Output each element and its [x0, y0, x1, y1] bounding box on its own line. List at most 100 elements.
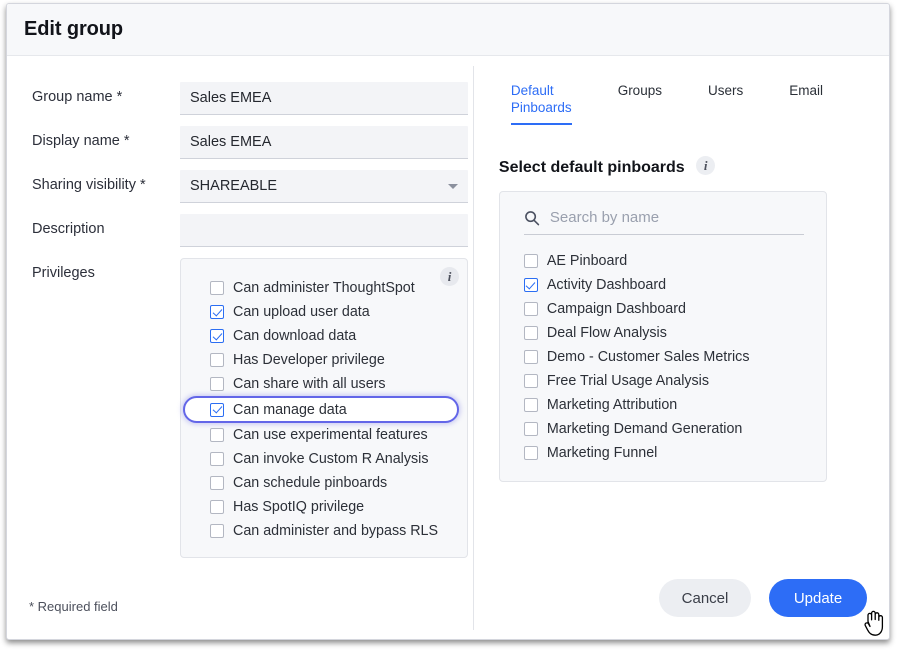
search-row: [524, 208, 804, 235]
privilege-item[interactable]: Can share with all users: [181, 372, 459, 396]
privilege-item[interactable]: Has Developer privilege: [181, 348, 459, 372]
checkbox-unchecked[interactable]: [210, 476, 224, 490]
pinboard-item[interactable]: Marketing Attribution: [500, 393, 826, 417]
field-wrapper: [180, 214, 468, 247]
pinboard-label: Free Trial Usage Analysis: [547, 373, 709, 389]
privilege-label: Can invoke Custom R Analysis: [233, 451, 428, 467]
tab-groups[interactable]: Groups: [618, 82, 662, 108]
tab-users[interactable]: Users: [708, 82, 743, 108]
checkbox-unchecked[interactable]: [524, 422, 538, 436]
info-icon[interactable]: i: [440, 267, 459, 286]
pinboard-label: AE Pinboard: [547, 253, 627, 269]
pinboard-label: Campaign Dashboard: [547, 301, 686, 317]
pinboard-label: Marketing Funnel: [547, 445, 657, 461]
tab-default-pinboards[interactable]: Default Pinboards: [511, 82, 572, 125]
checkbox-checked[interactable]: [210, 403, 224, 417]
edit-group-dialog: Edit group Group name * Display name * Sha…: [6, 3, 890, 640]
privilege-item[interactable]: Can upload user data: [181, 300, 459, 324]
checkbox-unchecked[interactable]: [210, 452, 224, 466]
form-fields: Group name * Display name * Sharing visibi…: [7, 82, 473, 247]
field-label: Group name *: [32, 82, 180, 105]
checkbox-unchecked[interactable]: [524, 326, 538, 340]
privilege-item[interactable]: Can download data: [181, 324, 459, 348]
checkbox-unchecked[interactable]: [524, 398, 538, 412]
field-label: Description: [32, 214, 180, 237]
pinboard-item[interactable]: Activity Dashboard: [500, 273, 826, 297]
checkbox-checked[interactable]: [524, 278, 538, 292]
text-field[interactable]: [180, 126, 468, 159]
pinboard-label: Marketing Demand Generation: [547, 421, 743, 437]
tab-bar: Default Pinboards Groups Users Email: [496, 82, 869, 125]
privilege-item[interactable]: Can invoke Custom R Analysis: [181, 447, 459, 471]
privileges-row: Privileges i Can administer ThoughtSpotC…: [7, 258, 473, 558]
privilege-label: Can download data: [233, 328, 356, 344]
form-row: Description: [7, 214, 473, 247]
privilege-item[interactable]: Can manage data: [183, 396, 459, 423]
dialog-body: Group name * Display name * Sharing visibi…: [7, 56, 889, 640]
screen: Edit group Group name * Display name * Sha…: [0, 0, 898, 651]
pinboard-item[interactable]: Free Trial Usage Analysis: [500, 369, 826, 393]
privilege-label: Has SpotIQ privilege: [233, 499, 364, 515]
checkbox-unchecked[interactable]: [210, 377, 224, 391]
privilege-item[interactable]: Has SpotIQ privilege: [181, 495, 459, 519]
pinboard-item[interactable]: Demo - Customer Sales Metrics: [500, 345, 826, 369]
search-input[interactable]: [548, 208, 804, 227]
section-title: Select default pinboards i: [499, 156, 869, 177]
privileges-panel: i Can administer ThoughtSpot Can upload u…: [180, 258, 468, 558]
pinboard-item[interactable]: Marketing Funnel: [500, 441, 826, 465]
form-row: Group name *: [7, 82, 473, 115]
right-pane: Default Pinboards Groups Users Email Select…: [474, 56, 889, 640]
privileges-label: Privileges: [32, 258, 180, 281]
checkbox-unchecked[interactable]: [524, 254, 538, 268]
checkbox-unchecked[interactable]: [524, 446, 538, 460]
privilege-label: Can administer and bypass RLS: [233, 523, 438, 539]
tab-email[interactable]: Email: [789, 82, 823, 108]
checkbox-unchecked[interactable]: [210, 281, 224, 295]
update-button[interactable]: Update: [769, 579, 867, 617]
privilege-item[interactable]: Can schedule pinboards: [181, 471, 459, 495]
privilege-label: Can administer ThoughtSpot: [233, 280, 415, 296]
checkbox-unchecked[interactable]: [210, 353, 224, 367]
field-label: Sharing visibility *: [32, 170, 180, 193]
pinboard-label: Activity Dashboard: [547, 277, 666, 293]
pinboard-label: Demo - Customer Sales Metrics: [547, 349, 750, 365]
text-field[interactable]: [180, 82, 468, 115]
form-row: Display name *: [7, 126, 473, 159]
field-label: Display name *: [32, 126, 180, 149]
pinboard-list: AE Pinboard Activity Dashboard Campaign Da…: [500, 249, 826, 465]
privilege-label: Has Developer privilege: [233, 352, 385, 368]
privilege-item[interactable]: Can administer ThoughtSpot: [181, 276, 459, 300]
left-pane: Group name * Display name * Sharing visibi…: [7, 56, 473, 640]
field-wrapper: [180, 82, 468, 115]
required-field-note: * Required field: [29, 599, 118, 614]
privilege-label: Can use experimental features: [233, 427, 428, 443]
default-pinboards-panel: AE Pinboard Activity Dashboard Campaign Da…: [499, 191, 827, 482]
checkbox-unchecked[interactable]: [210, 500, 224, 514]
text-field[interactable]: [180, 214, 468, 247]
pinboard-item[interactable]: Marketing Demand Generation: [500, 417, 826, 441]
privilege-label: Can share with all users: [233, 376, 386, 392]
pinboard-item[interactable]: AE Pinboard: [500, 249, 826, 273]
checkbox-checked[interactable]: [210, 305, 224, 319]
checkbox-unchecked[interactable]: [524, 374, 538, 388]
privilege-label: Can schedule pinboards: [233, 475, 387, 491]
checkbox-unchecked[interactable]: [210, 428, 224, 442]
privilege-item[interactable]: Can administer and bypass RLS: [181, 519, 459, 543]
search-icon: [524, 210, 540, 226]
pinboard-item[interactable]: Campaign Dashboard: [500, 297, 826, 321]
info-icon[interactable]: i: [696, 156, 715, 175]
privilege-label: Can manage data: [233, 402, 347, 418]
dialog-header: Edit group: [7, 4, 889, 56]
checkbox-unchecked[interactable]: [524, 302, 538, 316]
checkbox-checked[interactable]: [210, 329, 224, 343]
checkbox-unchecked[interactable]: [524, 350, 538, 364]
field-wrapper: [180, 126, 468, 159]
pinboard-item[interactable]: Deal Flow Analysis: [500, 321, 826, 345]
select-field[interactable]: [180, 170, 468, 203]
privilege-item[interactable]: Can use experimental features: [181, 423, 459, 447]
checkbox-unchecked[interactable]: [210, 524, 224, 538]
cancel-button[interactable]: Cancel: [659, 579, 751, 617]
privileges-list: Can administer ThoughtSpot Can upload use…: [181, 276, 467, 543]
page-title: Edit group: [24, 18, 123, 41]
field-wrapper: [180, 170, 468, 203]
